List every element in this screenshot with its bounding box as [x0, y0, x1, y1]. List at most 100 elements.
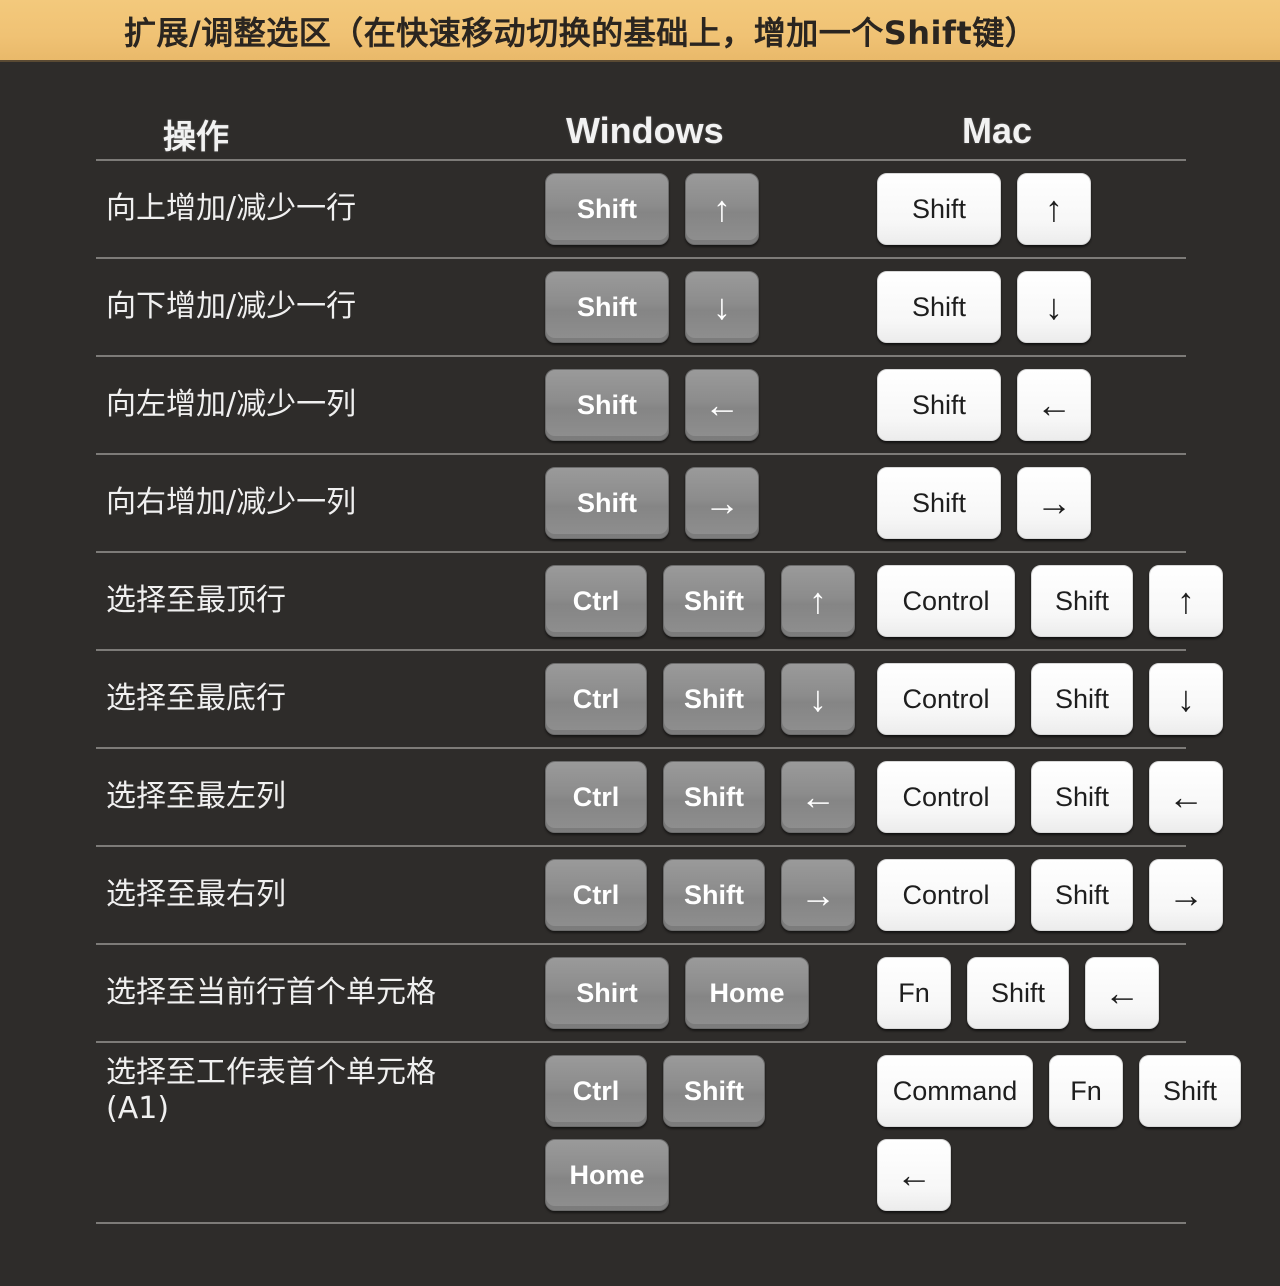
- windows-shortcut: Shift →: [545, 467, 875, 539]
- key-label: Shift: [684, 683, 744, 714]
- arrow-left-icon: ←: [1036, 384, 1072, 425]
- arrow-right-icon: →: [800, 874, 836, 915]
- mac-shortcut: Control Shift ↑: [877, 565, 1247, 637]
- row-divider: [96, 551, 1186, 553]
- mac-key-shift: Shift: [877, 173, 1001, 245]
- operation-label: 选择至最底行: [106, 681, 286, 717]
- row-divider: [96, 845, 1186, 847]
- mac-key-command: Command: [877, 1055, 1033, 1127]
- banner-title: 扩展/调整选区（在快速移动切换的基础上，增加一个Shift键）: [124, 14, 1038, 52]
- windows-key-arrow-down-icon: ↓: [781, 663, 855, 735]
- key-label: Control: [902, 585, 990, 616]
- title-banner: 扩展/调整选区（在快速移动切换的基础上，增加一个Shift键）: [0, 0, 1280, 62]
- mac-shortcut: Fn Shift ←: [877, 957, 1247, 1029]
- windows-shortcut: Ctrl Shift →: [545, 859, 875, 931]
- arrow-left-icon: ←: [896, 1154, 932, 1195]
- mac-key-arrow-right-icon: →: [1149, 859, 1223, 931]
- mac-shortcut: Shift ←: [877, 369, 1247, 441]
- mac-shortcut: Command Fn Shift ←: [877, 1055, 1247, 1211]
- operation-label: 选择至当前行首个单元格: [106, 975, 436, 1011]
- arrow-down-icon: ↓: [809, 678, 827, 719]
- arrow-right-icon: →: [1036, 482, 1072, 523]
- column-header-mac: Mac: [962, 110, 1033, 151]
- windows-key-shift: Shift: [545, 369, 669, 441]
- windows-key-shift: Shift: [663, 565, 765, 637]
- key-label: Shirt: [576, 977, 638, 1008]
- operation-text: 向上增加/减少一行: [106, 191, 357, 226]
- key-label: Shift: [1054, 781, 1110, 812]
- operation-label: 向下增加/减少一行: [106, 289, 356, 325]
- mac-key-shift: Shift: [1031, 859, 1133, 931]
- column-header-windows: Windows: [566, 110, 724, 151]
- key-label: Home: [569, 1159, 645, 1190]
- mac-key-arrow-left-icon: ←: [877, 1139, 951, 1211]
- key-label: Shift: [1162, 1075, 1218, 1106]
- windows-shortcut: Shift ←: [545, 369, 875, 441]
- mac-key-fn: Fn: [877, 957, 951, 1029]
- windows-key-arrow-left-icon: ←: [781, 761, 855, 833]
- operation-text: 选择至工作表首个单元格: [106, 1055, 436, 1090]
- key-label: Ctrl: [572, 781, 620, 812]
- arrow-up-icon: ↑: [1177, 580, 1195, 621]
- key-label: Ctrl: [572, 683, 620, 714]
- key-label: Shift: [577, 487, 637, 518]
- operation-label: 选择至最右列: [106, 877, 286, 913]
- windows-key-shift: Shift: [545, 467, 669, 539]
- mac-key-shift: Shift: [877, 467, 1001, 539]
- arrow-right-icon: →: [1168, 874, 1204, 915]
- operation-text: 选择至最底行: [106, 681, 286, 716]
- arrow-right-icon: →: [704, 482, 740, 523]
- mac-key-arrow-down-icon: ↓: [1017, 271, 1091, 343]
- windows-key-arrow-right-icon: →: [781, 859, 855, 931]
- key-label: Ctrl: [572, 879, 620, 910]
- key-label: Shift: [577, 193, 637, 224]
- row-divider: [96, 943, 1186, 945]
- arrow-down-icon: ↓: [1045, 286, 1063, 327]
- operation-text: 向右增加/减少一列: [106, 485, 357, 520]
- mac-shortcut: Shift →: [877, 467, 1247, 539]
- mac-shortcut: Shift ↑: [877, 173, 1247, 245]
- key-label: Shift: [577, 291, 637, 322]
- key-label: Ctrl: [572, 1075, 620, 1106]
- windows-shortcut: Shirt Home: [545, 957, 875, 1029]
- arrow-left-icon: ←: [704, 384, 740, 425]
- mac-key-shift: Shift: [1031, 663, 1133, 735]
- windows-key-ctrl: Ctrl: [545, 565, 647, 637]
- mac-shortcut: Control Shift ←: [877, 761, 1247, 833]
- windows-key-home: Home: [685, 957, 809, 1029]
- windows-shortcut: Ctrl Shift Home: [545, 1055, 785, 1211]
- key-label: Shift: [577, 389, 637, 420]
- mac-key-shift: Shift: [877, 369, 1001, 441]
- mac-key-arrow-right-icon: →: [1017, 467, 1091, 539]
- windows-shortcut: Shift ↓: [545, 271, 875, 343]
- windows-key-arrow-down-icon: ↓: [685, 271, 759, 343]
- key-label: Shift: [1054, 879, 1110, 910]
- row-divider: [96, 159, 1186, 161]
- key-label: Control: [902, 683, 990, 714]
- windows-key-shift: Shift: [663, 761, 765, 833]
- windows-shortcut: Shift ↑: [545, 173, 875, 245]
- mac-key-shift: Shift: [967, 957, 1069, 1029]
- arrow-left-icon: ←: [1168, 776, 1204, 817]
- key-label: Control: [902, 879, 990, 910]
- key-label: Fn: [898, 977, 930, 1008]
- row-divider: [96, 257, 1186, 259]
- row-divider: [96, 355, 1186, 357]
- row-divider: [96, 1041, 1186, 1043]
- key-label: Command: [892, 1075, 1018, 1106]
- operation-text: 选择至最右列: [106, 877, 286, 912]
- key-label: Fn: [1070, 1075, 1102, 1106]
- mac-key-arrow-left-icon: ←: [1149, 761, 1223, 833]
- mac-key-fn: Fn: [1049, 1055, 1123, 1127]
- key-label: Shift: [911, 291, 967, 322]
- mac-shortcut: Shift ↓: [877, 271, 1247, 343]
- arrow-down-icon: ↓: [1177, 678, 1195, 719]
- arrow-left-icon: ←: [1104, 972, 1140, 1013]
- operation-text: 选择至最左列: [106, 779, 286, 814]
- mac-key-control: Control: [877, 859, 1015, 931]
- operation-label: 选择至最左列: [106, 779, 286, 815]
- operation-label: 选择至工作表首个单元格 (A1): [106, 1055, 436, 1127]
- windows-key-shift: Shift: [545, 173, 669, 245]
- mac-key-control: Control: [877, 663, 1015, 735]
- arrow-up-icon: ↑: [809, 580, 827, 621]
